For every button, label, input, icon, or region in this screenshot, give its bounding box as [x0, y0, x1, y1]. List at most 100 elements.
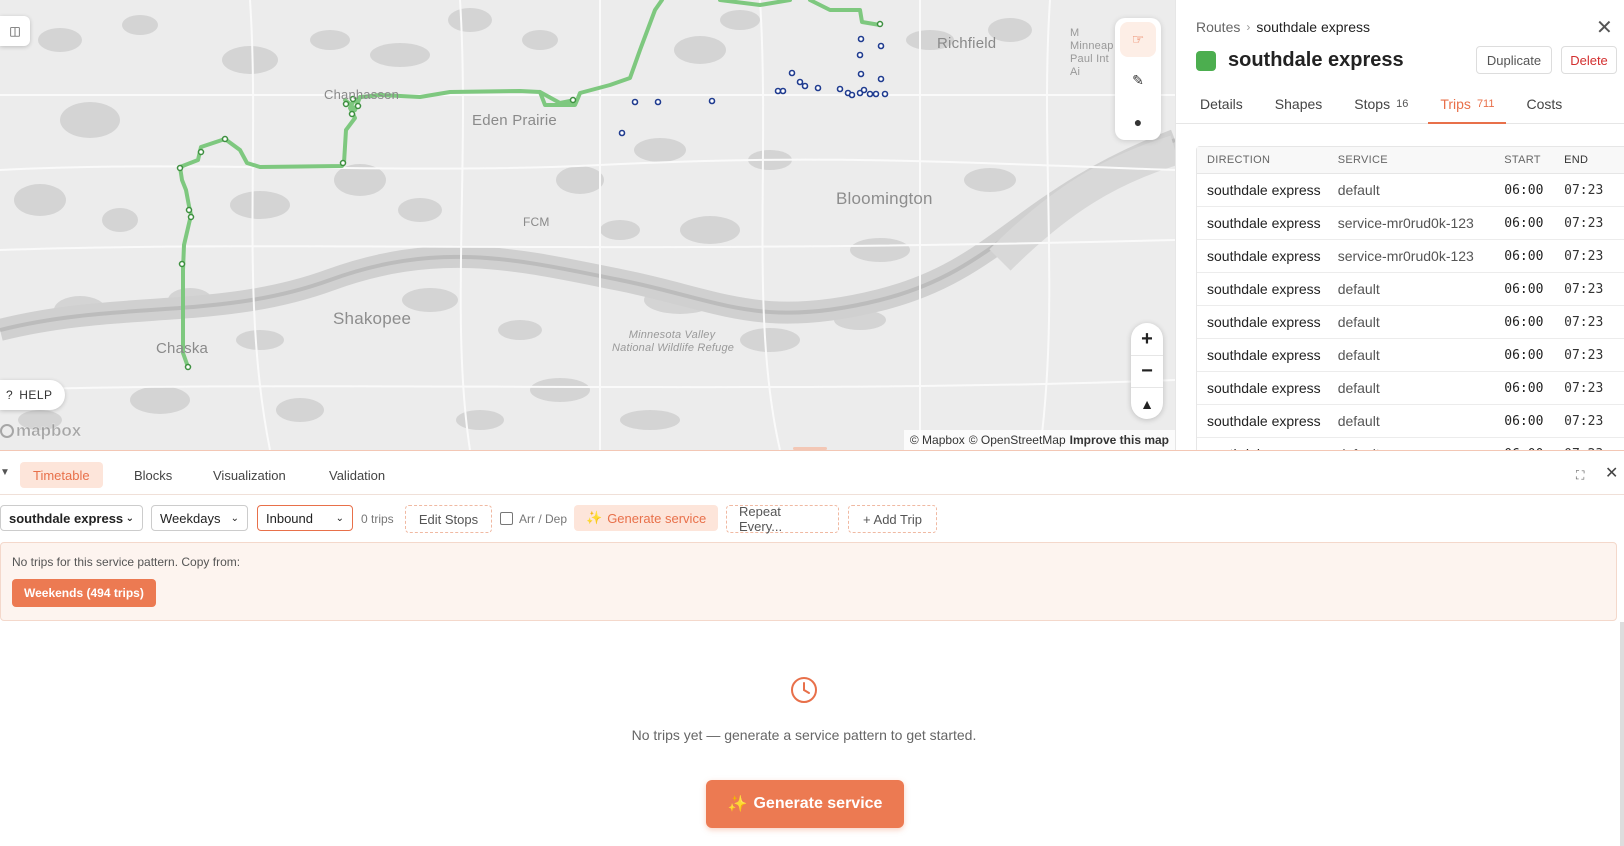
table-row[interactable]: southdale expressdefault06:0007:23 — [1197, 438, 1624, 450]
cell-start: 06:00 — [1504, 380, 1544, 396]
service-select-value: Weekdays — [160, 510, 221, 526]
repeat-every-button[interactable]: Repeat Every... — [726, 504, 839, 534]
map-label-bloomington: Bloomington — [836, 189, 933, 208]
direction-select[interactable]: Inbound ⌄ — [257, 505, 353, 531]
generate-service-button[interactable]: ✨ Generate service — [706, 780, 904, 828]
attribution-mapbox[interactable]: © Mapbox — [910, 433, 965, 447]
route-header: southdale express — [1196, 49, 1404, 72]
map-label-shakopee: Shakopee — [333, 309, 412, 328]
service-select[interactable]: Weekdays ⌄ — [151, 505, 248, 531]
zoom-out-button[interactable]: − — [1131, 355, 1163, 387]
copy-weekends-button[interactable]: Weekends (494 trips) — [12, 579, 156, 607]
add-trip-button[interactable]: + Add Trip — [848, 505, 937, 533]
tab-label: Details — [1200, 96, 1243, 112]
generate-service-button-small[interactable]: ✨ Generate service — [574, 505, 719, 531]
refuge-line-2: National Wildlife Refuge — [612, 342, 735, 354]
select-tool-button[interactable]: ☞ — [1120, 22, 1156, 58]
tab-stops[interactable]: Stops 16 — [1354, 86, 1408, 124]
table-row[interactable]: southdale express default 06:00 07:23 — [1197, 372, 1624, 405]
attribution-improve-link[interactable]: Improve this map — [1070, 433, 1169, 447]
edit-stops-button[interactable]: Edit Stops — [405, 505, 492, 533]
tab-validation[interactable]: Validation — [316, 462, 398, 488]
cell-end: 07:23 — [1564, 281, 1604, 297]
table-header: DIRECTION SERVICE START END — [1197, 147, 1624, 174]
copy-message: No trips for this service pattern. Copy … — [12, 555, 241, 569]
cell-end: 07:23 — [1564, 413, 1604, 429]
resize-grip[interactable] — [793, 447, 827, 450]
map-canvas[interactable]: Richfield Chanhassen Eden Prairie Bloomi… — [0, 0, 1175, 450]
cell-direction: southdale express — [1207, 413, 1321, 429]
attribution-osm[interactable]: © OpenStreetMap — [969, 433, 1066, 447]
header-direction[interactable]: DIRECTION — [1197, 154, 1338, 166]
route-detail-panel: Routes › southdale express ✕ southdale e… — [1175, 0, 1624, 450]
draw-toolbar: ☞ ✎ ● — [1115, 18, 1161, 140]
help-button[interactable]: ? HELP — [0, 380, 65, 410]
expand-icon[interactable]: ⛶ — [1576, 468, 1588, 482]
zoom-in-button[interactable]: + — [1131, 323, 1163, 355]
stop-tool-button[interactable]: ● — [1120, 105, 1156, 140]
tab-label: Costs — [1526, 96, 1563, 112]
arr-dep-checkbox[interactable] — [500, 512, 513, 525]
tab-blocks[interactable]: Blocks — [121, 462, 185, 488]
cell-end: 07:23 — [1564, 248, 1604, 264]
table-row[interactable]: southdale expressdefault06:0007:23 — [1197, 306, 1624, 339]
cell-direction: southdale express — [1207, 182, 1321, 198]
minus-icon: − — [1141, 360, 1153, 382]
header-end[interactable]: END — [1564, 154, 1624, 166]
generate-large-label: Generate service — [753, 795, 883, 812]
sparkles-icon: ✨ — [727, 796, 748, 813]
cell-direction: southdale express — [1207, 380, 1321, 396]
question-icon: ? — [6, 388, 14, 402]
tab-label: Stops — [1354, 96, 1391, 112]
cell-service: service-mr0rud0k-123 — [1337, 215, 1474, 231]
close-panel-button[interactable]: ✕ — [1596, 18, 1613, 38]
route-color-swatch[interactable] — [1196, 50, 1216, 71]
cell-start: 06:00 — [1504, 215, 1544, 231]
cell-service: default — [1337, 182, 1380, 198]
header-service[interactable]: SERVICE — [1338, 154, 1505, 166]
direction-select-value: Inbound — [266, 510, 313, 526]
table-row[interactable]: southdale express service-mr0rud0k-123 06:… — [1197, 207, 1624, 240]
sidebar-toggle-button[interactable]: ◫ — [0, 16, 30, 46]
tab-shapes[interactable]: Shapes — [1275, 86, 1322, 124]
breadcrumb-routes-link[interactable]: Routes — [1196, 19, 1240, 35]
table-row[interactable]: southdale expressdefault06:0007:23 — [1197, 273, 1624, 306]
cell-service: default — [1337, 281, 1380, 297]
header-start[interactable]: START — [1504, 154, 1564, 166]
tab-label: Shapes — [1274, 96, 1323, 112]
tab-costs[interactable]: Costs — [1526, 86, 1562, 124]
table-row[interactable]: southdale expressdefault06:0007:23 — [1197, 174, 1624, 207]
delete-button[interactable]: Delete — [1561, 46, 1617, 74]
breadcrumb: Routes › southdale express — [1196, 19, 1370, 35]
help-label: HELP — [19, 388, 53, 402]
tab-trips[interactable]: Trips 711 — [1428, 86, 1507, 124]
cell-start: 06:00 — [1504, 248, 1544, 264]
tab-timetable[interactable]: Timetable — [20, 462, 103, 488]
tab-visualization[interactable]: Visualization — [200, 462, 299, 488]
cell-start: 06:00 — [1504, 347, 1544, 363]
map-label-chaska: Chaska — [156, 340, 209, 357]
dot-icon: ● — [1133, 114, 1143, 131]
table-row[interactable]: southdale expressdefault06:0007:23 — [1197, 405, 1624, 438]
cell-direction: southdale express — [1207, 281, 1321, 297]
cell-end: 07:23 — [1564, 347, 1604, 363]
cell-end: 07:23 — [1564, 380, 1604, 396]
table-row[interactable]: southdale expressdefault06:0007:23 — [1197, 339, 1624, 372]
compass-button[interactable]: ▲ — [1131, 387, 1163, 419]
table-row[interactable]: southdale express service-mr0rud0k-123 06:… — [1197, 240, 1624, 273]
close-icon: ✕ — [1596, 17, 1613, 39]
tab-details[interactable]: Details — [1200, 86, 1243, 124]
duplicate-button[interactable]: Duplicate — [1476, 46, 1552, 74]
close-dock-icon[interactable]: ✕ — [1605, 463, 1618, 483]
chevron-down-icon: ⌄ — [125, 512, 134, 524]
hand-pointer-icon: ☞ — [1131, 31, 1145, 48]
cell-service: default — [1337, 380, 1380, 396]
route-select[interactable]: southdale express ⌄ — [0, 505, 143, 531]
collapse-caret-icon[interactable]: ▼ — [0, 467, 10, 478]
cell-service: service-mr0rud0k-123 — [1337, 248, 1474, 264]
panel-tabs: Details Shapes Stops 16 Trips 711 Costs — [1176, 86, 1624, 124]
breadcrumb-current: southdale express — [1256, 19, 1370, 35]
draw-tool-button[interactable]: ✎ — [1120, 63, 1156, 98]
cell-direction: southdale express — [1207, 314, 1321, 330]
scrollbar[interactable] — [1620, 622, 1624, 846]
